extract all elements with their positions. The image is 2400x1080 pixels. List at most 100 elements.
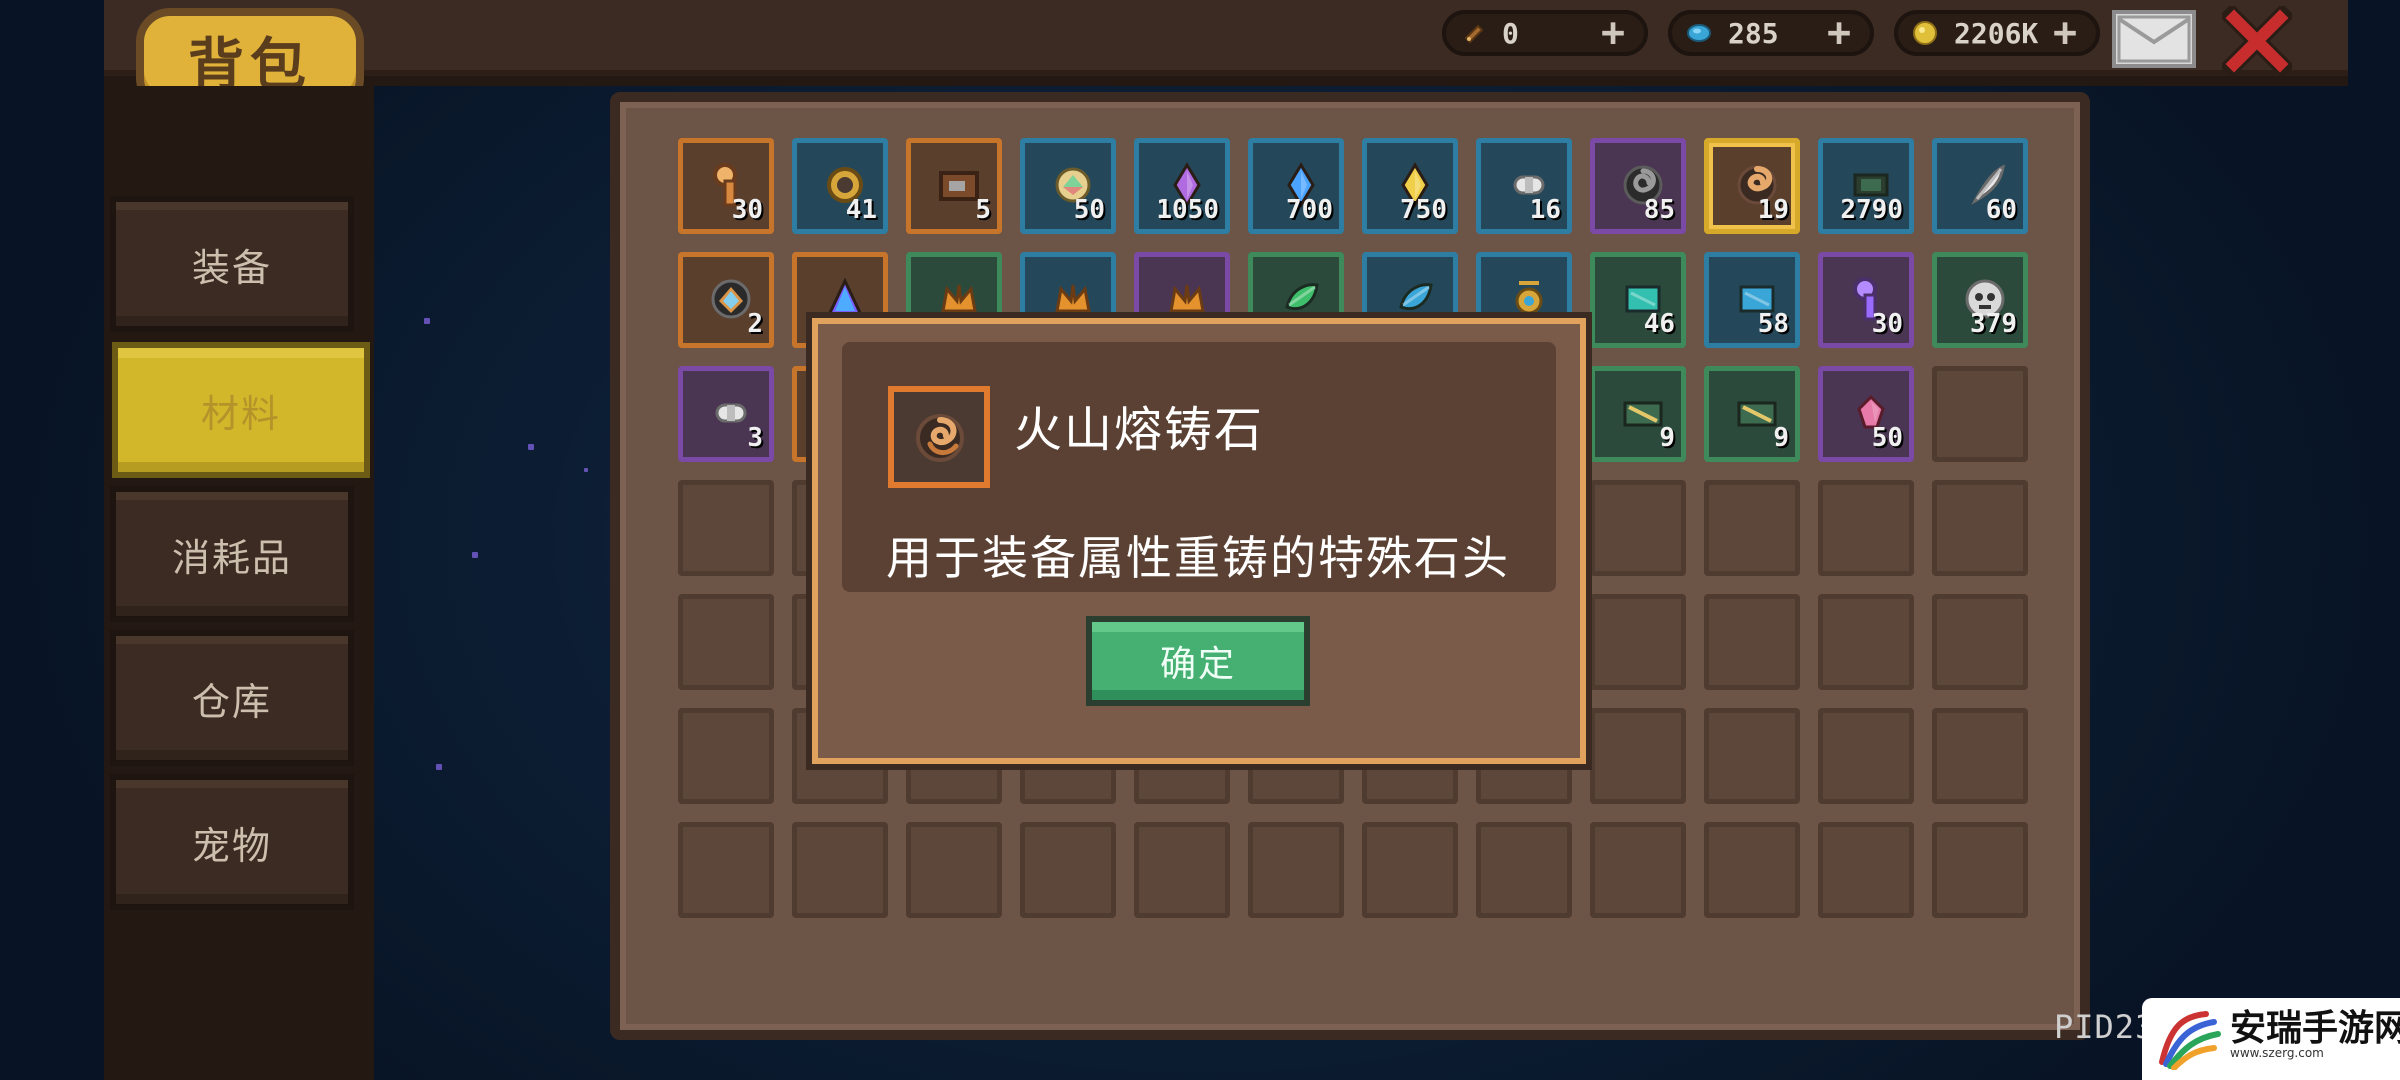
tab-label: 宠物	[191, 825, 272, 868]
item-count: 16	[1529, 195, 1561, 225]
inventory-slot[interactable]	[1590, 480, 1686, 576]
tab-warehouse[interactable]: 仓库	[110, 630, 354, 766]
item-count: 9	[1659, 423, 1675, 453]
inventory-slot[interactable]: 9	[1590, 366, 1686, 462]
tab-materials[interactable]: 材料	[112, 342, 370, 478]
mail-icon	[2117, 15, 2191, 63]
inventory-slot[interactable]: 50	[1020, 138, 1116, 234]
watermark-text: 安瑞手游网	[2230, 1007, 2400, 1049]
inventory-slot[interactable]	[1248, 822, 1344, 918]
inventory-slot[interactable]	[1476, 822, 1572, 918]
inventory-slot[interactable]: 30	[678, 138, 774, 234]
inventory-slot[interactable]	[1134, 822, 1230, 918]
inventory-slot[interactable]: 700	[1248, 138, 1344, 234]
player-id-label: PID23	[2054, 1008, 2156, 1046]
inventory-slot[interactable]: 3	[678, 366, 774, 462]
inventory-slot[interactable]	[1704, 594, 1800, 690]
inventory-slot[interactable]: 5	[906, 138, 1002, 234]
popup-description: 用于装备属性重铸的特殊石头	[886, 531, 1510, 585]
item-detail-popup: 火山熔铸石 用于装备属性重铸的特殊石头 确定	[812, 318, 1586, 764]
inventory-slot[interactable]	[1704, 822, 1800, 918]
watermark: 安瑞手游网 www.szerg.com	[2142, 998, 2400, 1080]
item-count: 46	[1643, 309, 1675, 339]
inventory-slot[interactable]	[1932, 366, 2028, 462]
inventory-slot[interactable]: 19	[1704, 138, 1800, 234]
gem-icon	[1687, 24, 1711, 42]
popup-content: 火山熔铸石 用于装备属性重铸的特殊石头	[842, 342, 1556, 592]
add-gems-button[interactable]: +	[1822, 13, 1856, 53]
confirm-button[interactable]: 确定	[1086, 616, 1310, 706]
inventory-slot[interactable]	[678, 594, 774, 690]
inventory-slot[interactable]	[792, 822, 888, 918]
inventory-slot[interactable]: 58	[1704, 252, 1800, 348]
star	[584, 468, 588, 472]
item-count: 41	[845, 195, 877, 225]
inventory-slot[interactable]	[1932, 708, 2028, 804]
inventory-slot[interactable]	[1818, 708, 1914, 804]
popup-item-slot	[888, 386, 990, 488]
tab-equipment[interactable]: 装备	[110, 196, 354, 332]
inventory-slot[interactable]	[1818, 480, 1914, 576]
tab-label: 仓库	[191, 681, 272, 724]
gems-value: 285	[1728, 16, 1779, 50]
inventory-slot[interactable]	[678, 822, 774, 918]
inventory-slot[interactable]: 30	[1818, 252, 1914, 348]
inventory-slot[interactable]: 2790	[1818, 138, 1914, 234]
inventory-slot[interactable]	[1932, 822, 2028, 918]
item-count: 19	[1757, 195, 1789, 225]
inventory-slot[interactable]	[1704, 708, 1800, 804]
inventory-slot[interactable]: 50	[1818, 366, 1914, 462]
inventory-slot[interactable]: 2	[678, 252, 774, 348]
inventory-slot[interactable]: 41	[792, 138, 888, 234]
item-count: 379	[1970, 309, 2017, 339]
inventory-slot[interactable]	[906, 822, 1002, 918]
inventory-slot[interactable]: 46	[1590, 252, 1686, 348]
star	[436, 764, 442, 770]
inventory-slot[interactable]	[1932, 594, 2028, 690]
gold-value: 2206K	[1954, 16, 2039, 50]
item-count: 30	[731, 195, 763, 225]
add-gold-button[interactable]: +	[2048, 13, 2082, 53]
resource-gems: 285 +	[1668, 10, 1874, 56]
mail-button[interactable]	[2112, 10, 2196, 68]
inventory-slot[interactable]	[1590, 822, 1686, 918]
tab-pets[interactable]: 宠物	[110, 774, 354, 910]
game-screen: 背包 0 + 285 + 2206K + 装备 材料 消耗品 仓库 宠物 30 …	[0, 0, 2400, 1080]
inventory-slot[interactable]	[1932, 480, 2028, 576]
close-button[interactable]	[2219, 3, 2295, 79]
item-count: 700	[1286, 195, 1333, 225]
item-count: 30	[1871, 309, 1903, 339]
close-icon	[2219, 3, 2295, 79]
item-count: 750	[1400, 195, 1447, 225]
inventory-slot[interactable]: 85	[1590, 138, 1686, 234]
tab-consumables[interactable]: 消耗品	[110, 486, 354, 622]
item-count: 2	[747, 309, 763, 339]
inventory-slot[interactable]	[1020, 822, 1116, 918]
coin-icon	[1913, 21, 1937, 45]
inventory-slot[interactable]	[678, 480, 774, 576]
inventory-slot[interactable]: 379	[1932, 252, 2028, 348]
inventory-slot[interactable]	[1818, 822, 1914, 918]
watermark-logo-icon	[2159, 1011, 2221, 1070]
inventory-slot[interactable]	[1818, 594, 1914, 690]
resource-ticket: 0 +	[1442, 10, 1648, 56]
inventory-slot[interactable]	[678, 708, 774, 804]
inventory-slot[interactable]	[1590, 594, 1686, 690]
item-count: 50	[1871, 423, 1903, 453]
ticket-value: 0	[1502, 16, 1519, 50]
inventory-slot[interactable]	[1704, 480, 1800, 576]
item-count: 85	[1643, 195, 1675, 225]
inventory-slot[interactable]: 60	[1932, 138, 2028, 234]
inventory-slot[interactable]: 750	[1362, 138, 1458, 234]
inventory-slot[interactable]: 9	[1704, 366, 1800, 462]
add-ticket-button[interactable]: +	[1596, 13, 1630, 53]
item-count: 3	[747, 423, 763, 453]
inventory-slot[interactable]	[1362, 822, 1458, 918]
item-count: 5	[975, 195, 991, 225]
inventory-slot[interactable]	[1590, 708, 1686, 804]
inventory-slot[interactable]: 16	[1476, 138, 1572, 234]
tab-label: 消耗品	[171, 537, 292, 580]
inventory-slot[interactable]: 1050	[1134, 138, 1230, 234]
item-count: 9	[1773, 423, 1789, 453]
confirm-label: 确定	[1159, 643, 1236, 684]
